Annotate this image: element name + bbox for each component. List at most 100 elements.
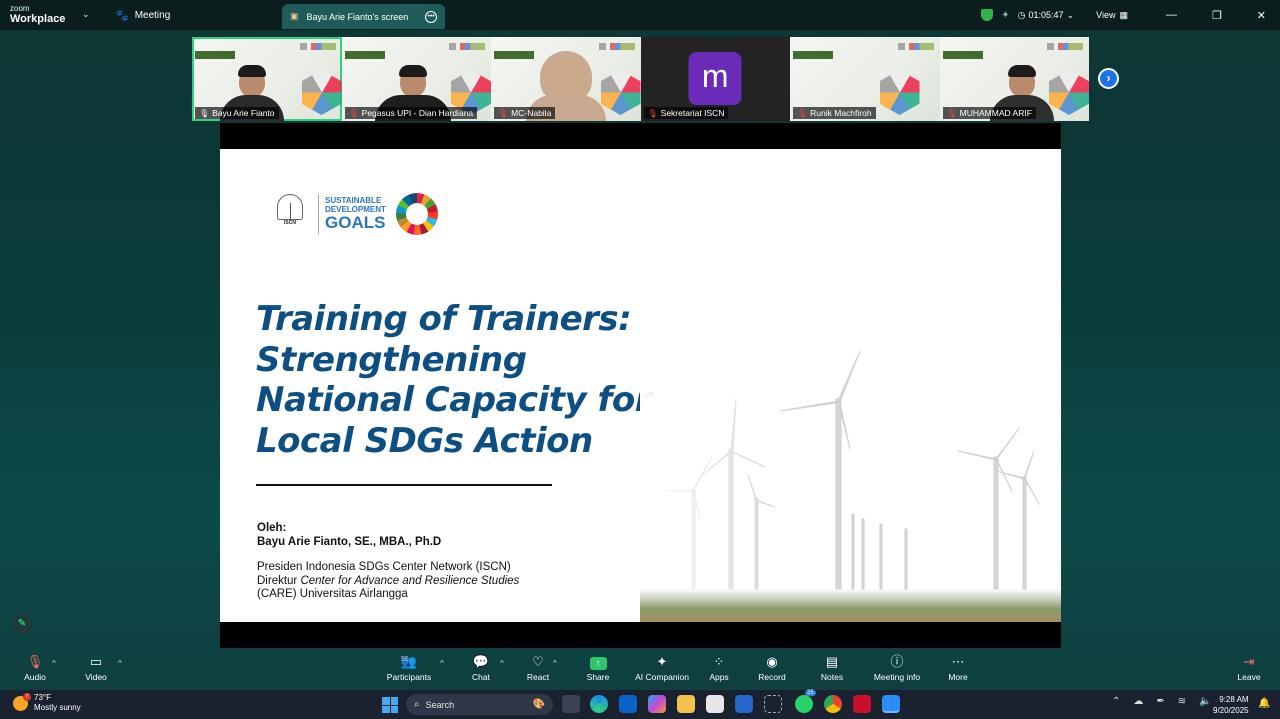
title-divider: [256, 484, 552, 486]
ai-companion-label: AI Companion: [635, 672, 689, 682]
sdg-goals: GOALS: [325, 213, 386, 232]
more-options-icon[interactable]: •••: [425, 10, 437, 23]
participant-tile[interactable]: 🎙 MC-Nabila: [491, 37, 641, 121]
windows-start-icon[interactable]: [382, 697, 398, 713]
outlook-icon[interactable]: [619, 695, 637, 713]
participant-name-tag: 🎙 Sekretariat ISCN: [643, 107, 729, 119]
audio-button[interactable]: 🎙 Audio: [22, 654, 48, 682]
next-page-arrow-icon[interactable]: ›: [1098, 68, 1119, 89]
apps-label: Apps: [709, 672, 729, 682]
notes-label: Notes: [820, 672, 844, 682]
participant-tile[interactable]: 🎙 MUHAMMAD ARIF: [939, 37, 1089, 121]
view-button[interactable]: View ▦: [1096, 10, 1128, 21]
share-label: Share: [586, 672, 610, 682]
microsoft-store-icon[interactable]: [706, 695, 724, 713]
participants-chevron-icon[interactable]: ^: [440, 659, 444, 668]
brand-top: zoom: [10, 4, 30, 13]
participant-name-tag: 🎙 MUHAMMAD ARIF: [942, 107, 1036, 119]
chevron-up-icon[interactable]: ⌃: [1112, 696, 1120, 707]
grid-view-icon: ▦: [1119, 9, 1128, 20]
search-icon: ⌕: [414, 699, 420, 710]
author-block: Oleh: Bayu Arie Fianto, SE., MBA., Ph.D: [257, 522, 441, 549]
participant-tile[interactable]: 🎙 Runik Machfiroh: [790, 37, 940, 121]
close-icon[interactable]: ✕: [1257, 9, 1266, 22]
taskbar-search[interactable]: ⌕ Search 🎨: [406, 694, 553, 715]
notes-button[interactable]: ▤ Notes: [818, 654, 846, 682]
audio-label: Audio: [24, 672, 46, 682]
volume-icon[interactable]: 🔈: [1199, 696, 1211, 707]
participants-label: Participants: [386, 672, 432, 682]
sdg-line1: SUSTAINABLE: [325, 196, 382, 205]
participant-name: MUHAMMAD ARIF: [959, 108, 1032, 118]
edge-browser-icon[interactable]: [590, 695, 608, 713]
task-view-icon[interactable]: [562, 695, 580, 713]
weather-widget[interactable]: 7 73°F Mostly sunny: [13, 692, 81, 713]
video-options-chevron-icon[interactable]: ^: [118, 659, 122, 668]
participants-button[interactable]: 👥 55 Participants: [385, 654, 433, 682]
whatsapp-badge: 25: [805, 690, 816, 696]
ai-sparkle-icon[interactable]: ✦: [1001, 10, 1009, 21]
logos-thumbnail: [1047, 43, 1083, 50]
chrome-icon[interactable]: [824, 695, 842, 713]
meeting-controls: 🎙 Audio ^ ▭ Video ^ 👥 55 Participants ^ 💬…: [0, 650, 1280, 690]
iscn-logo: ISCN: [268, 194, 312, 234]
zoom-app-icon[interactable]: [882, 695, 900, 713]
slide-logos: ISCN SUSTAINABLE DEVELOPMENT GOALS: [268, 193, 438, 235]
acrobat-icon[interactable]: [853, 695, 871, 713]
whatsapp-icon[interactable]: 25: [795, 690, 816, 713]
shared-slide-thumbnail: [942, 51, 983, 59]
chevron-down-icon[interactable]: ⌄: [82, 9, 90, 20]
more-button[interactable]: ⋯ More: [945, 654, 971, 682]
meeting-tab-label: Meeting: [134, 10, 171, 21]
participant-tile[interactable]: m 🎙 Sekretariat ISCN: [640, 37, 790, 121]
participant-tile[interactable]: 🎙 Bayu Arie Fianto: [192, 37, 342, 121]
chat-icon: 💬: [472, 654, 490, 669]
pen-icon[interactable]: ✒: [1156, 696, 1164, 707]
cube-graphic: [600, 70, 641, 115]
chat-button[interactable]: 💬 Chat: [468, 654, 494, 682]
leave-button[interactable]: ⇥ Leave: [1236, 654, 1262, 682]
cloud-offline-icon[interactable]: ☁: [1133, 696, 1143, 707]
chat-chevron-icon[interactable]: ^: [500, 659, 504, 668]
chat-label: Chat: [472, 672, 490, 682]
presentation-slide: ISCN SUSTAINABLE DEVELOPMENT GOALS Train…: [220, 149, 1061, 622]
video-camera-icon: ▭: [89, 654, 103, 669]
participant-name: Bayu Arie Fianto: [212, 108, 275, 118]
participant-name: Sekretariat ISCN: [660, 108, 725, 118]
record-button[interactable]: ◉ Record: [757, 654, 787, 682]
minimize-icon[interactable]: —: [1166, 9, 1177, 22]
react-button[interactable]: ♡ React: [524, 654, 552, 682]
participant-tile[interactable]: 🎙 Pegasus UPI - Dian Hardiana: [341, 37, 491, 121]
share-screen-icon: ▣: [290, 11, 299, 21]
restore-icon[interactable]: ❐: [1212, 9, 1222, 22]
meeting-timer[interactable]: ◷ 01:05:47 ⌄: [1018, 10, 1074, 21]
ai-companion-icon: ✦: [656, 654, 668, 669]
participant-name: Runik Machfiroh: [810, 108, 872, 118]
affiliation-block: Presiden Indonesia SDGs Center Network (…: [257, 561, 519, 602]
weather-desc: Mostly sunny: [34, 703, 81, 712]
app-icon[interactable]: [735, 695, 753, 713]
network-app-icon[interactable]: [764, 695, 782, 713]
wifi-icon[interactable]: ≋: [1178, 696, 1186, 707]
file-explorer-icon[interactable]: [677, 695, 695, 713]
notes-icon: ▤: [825, 654, 839, 669]
sunny-weather-icon: 7: [13, 692, 31, 711]
ai-companion-button[interactable]: ✦ AI Companion: [634, 654, 690, 682]
leave-icon: ⇥: [1243, 654, 1255, 669]
react-chevron-icon[interactable]: ^: [553, 659, 557, 668]
meeting-tab[interactable]: 🐾 Meeting: [115, 9, 170, 22]
video-button[interactable]: ▭ Video: [83, 654, 109, 682]
audio-options-chevron-icon[interactable]: ^: [52, 659, 56, 668]
notifications-icon[interactable]: 🔔: [1258, 698, 1270, 709]
apps-button[interactable]: ⁘ Apps: [706, 654, 732, 682]
meeting-info-button[interactable]: ⓘ Meeting info: [872, 654, 922, 682]
screen-share-tab[interactable]: ▣ Bayu Arie Fianto's screen •••: [282, 4, 445, 29]
taskbar-clock[interactable]: 9:28 AM 9/20/2025: [1213, 694, 1249, 716]
copilot-icon[interactable]: [648, 695, 666, 713]
record-icon: ◉: [766, 654, 778, 669]
annotate-pen-icon[interactable]: ✎: [12, 614, 32, 634]
unmuted-mic-icon: 🎙: [199, 108, 210, 118]
zoom-workplace-logo[interactable]: zoom Workplace: [10, 4, 65, 26]
share-button[interactable]: ↑ Share: [584, 654, 612, 682]
security-shield-icon[interactable]: [981, 9, 994, 21]
